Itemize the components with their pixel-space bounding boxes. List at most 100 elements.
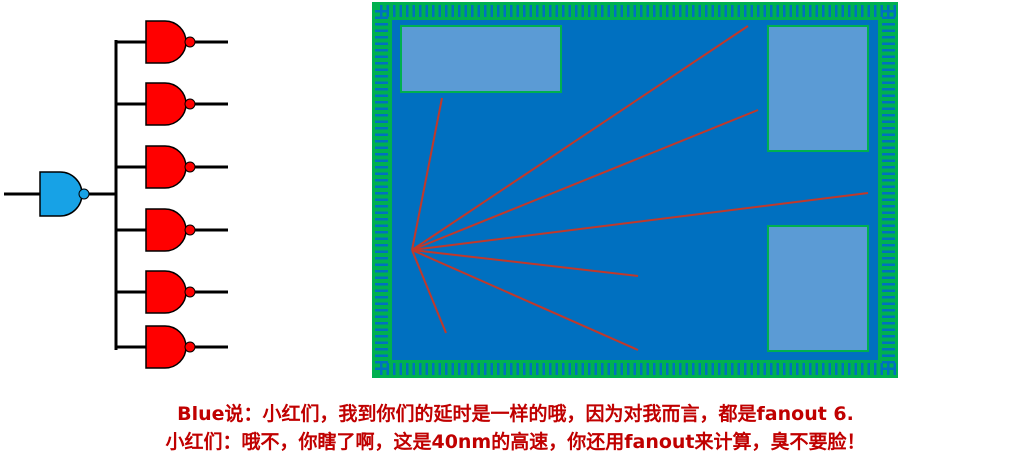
io-pad [882,348,895,351]
io-pad [882,361,895,364]
io-pad [575,363,578,375]
io-pad [375,159,388,162]
io-pad [882,341,895,344]
macro-block-bottom-right [767,225,869,352]
io-pad [659,5,662,17]
io-pad [510,363,513,375]
io-pad [375,367,388,370]
io-pad [861,5,864,17]
io-pad [516,5,519,17]
io-pad [882,354,895,357]
io-pad [523,5,526,17]
io-pad [822,5,825,17]
io-pad [882,231,895,234]
io-pad [549,5,552,17]
io-pad [882,114,895,117]
io-pad [555,5,558,17]
io-pad [406,5,409,17]
io-pad [861,363,864,375]
io-pad [568,5,571,17]
io-pad [375,127,388,130]
io-pad [516,363,519,375]
io-pad [783,5,786,17]
io-pad [776,363,779,375]
io-pad [757,363,760,375]
io-pad [882,244,895,247]
io-pad [375,153,388,156]
io-pad [848,5,851,17]
io-pad [581,363,584,375]
io-pad [581,5,584,17]
io-pad [375,224,388,227]
io-pad [640,363,643,375]
io-pad [484,5,487,17]
io-pad [882,192,895,195]
io-pad [822,363,825,375]
io-pad [375,315,388,318]
io-pad [464,5,467,17]
io-pad [711,5,714,17]
io-pad [375,341,388,344]
io-pad [425,5,428,17]
io-pad [588,363,591,375]
io-pad [375,361,388,364]
io-pad [601,363,604,375]
io-pad [882,23,895,26]
io-pad [841,5,844,17]
io-pad [809,5,812,17]
io-pad [848,363,851,375]
io-pad [718,5,721,17]
io-pad [882,224,895,227]
io-pad [375,81,388,84]
io-pad [882,335,895,338]
io-pad [523,363,526,375]
io-pad [432,363,435,375]
io-pad [375,114,388,117]
io-pad [375,257,388,260]
io-pad [555,363,558,375]
io-pad [399,363,402,375]
io-pad [882,81,895,84]
io-pad [705,363,708,375]
io-pad [841,363,844,375]
io-pad [375,55,388,58]
driver-nand-gate-icon [39,171,90,217]
io-pad [737,363,740,375]
io-pad [375,244,388,247]
caption-line-2: 小红们：哦不，你瞎了啊，这是40nm的高速，你还用fanout来计算，臭不要脸！ [165,431,866,453]
io-pad [536,363,539,375]
io-pad [835,5,838,17]
io-pad [497,5,500,17]
io-pad [542,5,545,17]
io-pad [497,363,500,375]
io-pad [375,198,388,201]
io-pad [419,5,422,17]
io-pad [490,363,493,375]
io-pad [464,363,467,375]
io-pad [750,5,753,17]
io-pad [562,5,565,17]
load-nand-gate-icon [116,82,228,126]
io-pad [882,276,895,279]
io-pad [770,363,773,375]
io-pad [375,94,388,97]
io-pad [828,5,831,17]
io-pad [375,75,388,78]
io-pad [815,5,818,17]
io-pad [375,88,388,91]
io-pad [633,5,636,17]
io-pad [882,257,895,260]
io-pad [432,5,435,17]
io-pad [375,16,388,19]
io-pad [542,363,545,375]
io-pad [406,363,409,375]
io-pad [882,315,895,318]
io-pad [672,363,675,375]
io-pad [375,23,388,26]
io-pad [375,354,388,357]
io-pad [744,363,747,375]
io-pad [789,5,792,17]
io-pad [724,5,727,17]
io-pad [458,5,461,17]
io-pad [375,172,388,175]
